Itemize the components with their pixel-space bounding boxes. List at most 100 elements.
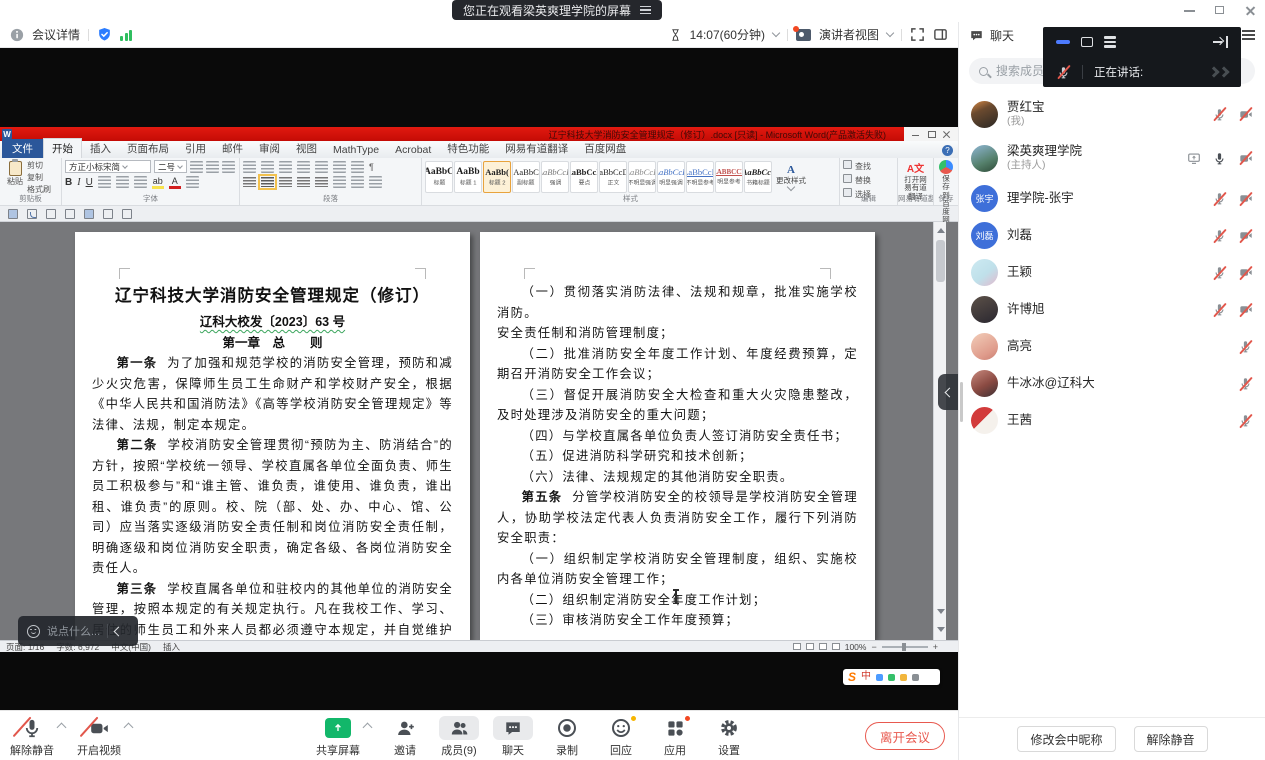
scrollbar-thumb[interactable] — [936, 240, 945, 282]
style-item[interactable]: AaBbCcDd正文 — [599, 161, 627, 193]
word-close-button[interactable] — [942, 130, 951, 139]
style-item[interactable]: AaBbCcI书籍标题 — [744, 161, 772, 193]
member-row[interactable]: 刘磊 刘磊 — [959, 217, 1265, 254]
camera-off-icon[interactable] — [1238, 265, 1253, 280]
font-name-select[interactable]: 方正小标宋简 — [65, 160, 151, 173]
timer-dropdown-icon[interactable] — [772, 29, 780, 37]
replace-button[interactable]: 替换 — [843, 174, 894, 186]
zoom-in-icon[interactable]: + — [933, 642, 938, 652]
italic-button[interactable]: I — [77, 177, 80, 188]
scroll-up-icon[interactable] — [937, 228, 945, 233]
dock-window-icon[interactable] — [1081, 37, 1093, 47]
member-row[interactable]: 梁英爽理学院 (主持人) — [959, 136, 1265, 180]
dock-minimize-icon[interactable] — [1056, 40, 1070, 44]
panel-collapse-handle[interactable] — [938, 374, 958, 410]
document-canvas[interactable]: 辽宁科技大学消防安全管理规定（修订） 辽科大校发〔2023〕63 号 第一章 总… — [0, 222, 958, 640]
shading-icon[interactable] — [351, 176, 364, 188]
mic-muted-icon[interactable] — [1212, 302, 1227, 317]
mic-muted-icon[interactable] — [1212, 265, 1227, 280]
share-options-icon[interactable] — [363, 723, 373, 733]
align-left-icon[interactable] — [243, 177, 256, 187]
camera-off-icon[interactable] — [1238, 228, 1253, 243]
multilevel-list-icon[interactable] — [279, 161, 292, 173]
highlight-color-button[interactable]: ab — [152, 177, 164, 188]
screen-share-banner[interactable]: 您正在观看梁英爽理学院的屏幕 — [452, 0, 662, 20]
grow-font-icon[interactable] — [190, 161, 203, 173]
align-center-icon[interactable] — [261, 177, 274, 187]
tab-baidu-pan[interactable]: 百度网盘 — [576, 139, 634, 158]
member-list-scrollbar[interactable] — [960, 382, 963, 422]
paste-button[interactable]: 粘贴 — [7, 161, 23, 194]
mic-options-icon[interactable] — [57, 723, 67, 733]
justify-icon[interactable] — [297, 177, 310, 187]
align-right-icon[interactable] — [279, 177, 292, 187]
emoji-icon[interactable] — [27, 625, 40, 638]
copy-button[interactable]: 复制 — [27, 172, 51, 183]
change-case-icon[interactable] — [222, 161, 235, 173]
tab-view[interactable]: 视图 — [288, 139, 325, 158]
style-item-selected[interactable]: AaBb(标题 2 — [483, 161, 511, 193]
tab-youdao[interactable]: 网易有道翻译 — [497, 139, 576, 158]
record-button[interactable]: 录制 — [547, 716, 587, 758]
style-item[interactable]: AaBbCcD强调 — [541, 161, 569, 193]
subscript-icon[interactable] — [116, 176, 129, 188]
style-item[interactable]: AaBbC标题 — [425, 161, 453, 193]
ime-settings-icon[interactable] — [912, 674, 919, 681]
bullets-icon[interactable] — [243, 161, 256, 173]
style-item[interactable]: AaBb标题 1 — [454, 161, 482, 193]
page-down-icon[interactable] — [937, 627, 945, 632]
banner-menu-icon[interactable] — [640, 6, 651, 14]
collapse-chat-icon[interactable] — [114, 626, 124, 636]
tab-insert[interactable]: 插入 — [82, 139, 119, 158]
view-outline-icon[interactable] — [832, 643, 840, 650]
dock-layout-icon[interactable] — [1104, 36, 1116, 48]
mic-on-icon[interactable] — [1212, 151, 1227, 166]
asian-layout-icon[interactable] — [333, 161, 346, 173]
mic-muted-icon[interactable] — [1212, 228, 1227, 243]
ime-toolbar[interactable]: S 中 — [843, 669, 940, 685]
redo-icon[interactable] — [46, 209, 56, 219]
find-button[interactable]: 查找 — [843, 160, 894, 172]
camera-off-icon[interactable] — [1238, 302, 1253, 317]
undo-icon[interactable] — [27, 209, 37, 219]
settings-button[interactable]: 设置 — [709, 716, 749, 758]
page-up-icon[interactable] — [937, 609, 945, 614]
tab-mathtype[interactable]: MathType — [325, 142, 387, 158]
ime-language-icon[interactable]: 中 — [861, 672, 871, 682]
document-page-right[interactable]: （一）贯彻落实消防法律、法规和规章，批准实施学校消防。 安全责任制和消防管理制度… — [480, 232, 875, 640]
reactions-button[interactable]: 回应 — [601, 716, 641, 758]
font-color-button[interactable]: A — [169, 177, 181, 188]
style-item[interactable]: AaBbC副标题 — [512, 161, 540, 193]
strikethrough-icon[interactable] — [98, 176, 111, 188]
distribute-icon[interactable] — [315, 177, 328, 187]
member-row[interactable]: 王颖 — [959, 254, 1265, 291]
tab-mailings[interactable]: 邮件 — [214, 139, 251, 158]
tab-references[interactable]: 引用 — [177, 139, 214, 158]
symbol-icon[interactable] — [122, 209, 132, 219]
quick-chat-bar[interactable]: 说点什么... — [18, 616, 138, 646]
mic-muted-icon[interactable] — [1212, 191, 1227, 206]
screen-sharing-icon[interactable] — [1186, 151, 1201, 166]
mic-muted-icon[interactable] — [1238, 413, 1253, 428]
style-item[interactable]: AaBbCcD明显强调 — [657, 161, 685, 193]
save-icon[interactable] — [8, 209, 18, 219]
bold-button[interactable]: B — [65, 177, 72, 188]
underline-button[interactable]: U — [86, 177, 93, 188]
tab-special-features[interactable]: 特色功能 — [439, 139, 497, 158]
word-restore-button[interactable] — [927, 130, 936, 139]
mic-muted-icon[interactable] — [1238, 339, 1253, 354]
zoom-level[interactable]: 100% — [845, 642, 867, 652]
document-page-left[interactable]: 辽宁科技大学消防安全管理规定（修订） 辽科大校发〔2023〕63 号 第一章 总… — [75, 232, 470, 640]
sort-icon[interactable] — [351, 161, 364, 173]
style-item[interactable]: AABBCCD明显参考 — [715, 161, 743, 193]
cut-button[interactable]: 剪切 — [27, 160, 51, 171]
zoom-out-icon[interactable]: − — [871, 642, 876, 652]
zoom-slider[interactable] — [882, 646, 928, 648]
floating-video-dock[interactable]: 正在讲话: — [1043, 27, 1241, 87]
window-minimize-button[interactable] — [1183, 3, 1197, 17]
view-fullscreen-icon[interactable] — [806, 643, 814, 650]
security-shield-icon[interactable] — [97, 27, 112, 42]
start-video-button[interactable]: 开启视频 — [77, 716, 121, 758]
mic-muted-icon[interactable] — [1212, 107, 1227, 122]
table-icon[interactable] — [84, 209, 94, 219]
